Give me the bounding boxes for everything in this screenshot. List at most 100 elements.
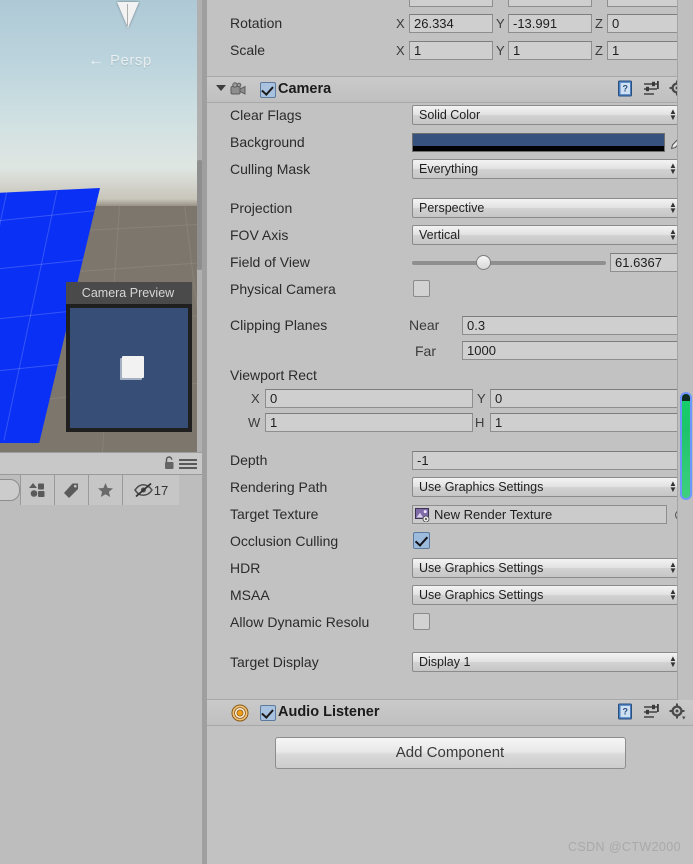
visibility-button[interactable]: 17 xyxy=(122,475,179,505)
rendering-path-value: Use Graphics Settings xyxy=(419,480,544,494)
rotation-x-axis: X xyxy=(396,16,405,31)
transform-row-scale: Scale X 1 Y 1 Z 1 xyxy=(207,37,693,64)
target-display-dropdown[interactable]: Display 1 ▲ ▼ xyxy=(412,652,682,672)
preview-cube xyxy=(122,356,144,378)
row-hdr: HDR Use Graphics Settings ▲ ▼ xyxy=(207,555,693,582)
rotation-y-input[interactable]: -13.991 xyxy=(508,14,592,33)
field-of-view-slider[interactable] xyxy=(412,255,606,270)
scene-orientation-gizmo[interactable] xyxy=(117,2,139,29)
target-texture-value: New Render Texture xyxy=(434,507,553,522)
tag-button[interactable] xyxy=(54,475,88,505)
audio-listener-enabled-checkbox[interactable] xyxy=(260,705,276,721)
camera-properties: Clear Flags Solid Color ▲ ▼ Background C… xyxy=(207,102,693,676)
target-texture-objectfield[interactable]: New Render Texture xyxy=(412,505,667,524)
chevron-updown-icon: ▲ ▼ xyxy=(669,161,677,176)
msaa-label: MSAA xyxy=(230,587,270,603)
audio-listener-component-header[interactable]: Audio Listener ? xyxy=(207,699,693,726)
projection-label: Projection xyxy=(230,200,293,216)
clipping-near-input[interactable]: 0.3 xyxy=(462,316,692,335)
target-display-label: Target Display xyxy=(230,654,319,670)
clear-flags-label: Clear Flags xyxy=(230,107,302,123)
preset-icon[interactable] xyxy=(643,703,660,720)
viewport-h-axis: H xyxy=(475,415,485,430)
audio-listener-icon xyxy=(231,704,249,722)
camera-enabled-checkbox[interactable] xyxy=(260,82,276,98)
favorite-button[interactable] xyxy=(88,475,122,505)
viewport-y-input[interactable]: 0 xyxy=(490,389,692,408)
inspector-scrollbar[interactable] xyxy=(677,0,693,700)
row-clipping-near: Clipping Planes Near 0.3 xyxy=(207,312,693,339)
rotation-x-input[interactable]: 26.334 xyxy=(409,14,493,33)
projection-dropdown[interactable]: Perspective ▲ ▼ xyxy=(412,198,682,218)
row-msaa: MSAA Use Graphics Settings ▲ ▼ xyxy=(207,582,693,609)
hdr-dropdown[interactable]: Use Graphics Settings ▲ ▼ xyxy=(412,558,682,578)
row-rendering-path: Rendering Path Use Graphics Settings ▲ ▼ xyxy=(207,474,693,501)
camera-icon xyxy=(230,82,246,95)
toolbar-pill-toggle[interactable] xyxy=(0,479,20,501)
help-icon[interactable]: ? xyxy=(617,80,634,97)
scene-projection-label[interactable]: Persp xyxy=(110,52,152,69)
viewport-y-axis: Y xyxy=(477,391,486,406)
camera-preview-overlay: Camera Preview xyxy=(66,282,192,432)
gear-icon[interactable] xyxy=(669,703,686,720)
row-clear-flags: Clear Flags Solid Color ▲ ▼ xyxy=(207,102,693,129)
culling-mask-dropdown[interactable]: Everything ▲ ▼ xyxy=(412,159,682,179)
target-texture-label: Target Texture xyxy=(230,506,319,522)
star-icon xyxy=(98,483,113,497)
field-of-view-label: Field of View xyxy=(230,254,310,270)
clipping-planes-label: Clipping Planes xyxy=(230,317,328,333)
viewport-x-input[interactable]: 0 xyxy=(265,389,473,408)
rendering-path-dropdown[interactable]: Use Graphics Settings ▲ ▼ xyxy=(412,477,682,497)
tag-icon xyxy=(64,483,78,498)
viewport-w-input[interactable]: 1 xyxy=(265,413,473,432)
rotation-z-axis: Z xyxy=(595,16,603,31)
row-target-texture: Target Texture New Render Texture xyxy=(207,501,693,528)
transform-row-rotation: Rotation X 26.334 Y -13.991 Z 0 xyxy=(207,10,693,37)
scene-view-panel[interactable]: ← Persp Camera Preview 17 xyxy=(0,0,207,864)
clipping-far-input[interactable]: 1000 xyxy=(462,341,692,360)
camera-foldout-icon[interactable] xyxy=(216,85,226,91)
scale-x-input[interactable]: 1 xyxy=(409,41,493,60)
chevron-updown-icon: ▲ ▼ xyxy=(669,560,677,575)
clear-flags-dropdown[interactable]: Solid Color ▲ ▼ xyxy=(412,105,682,125)
inspector-scrollbar-thumb[interactable] xyxy=(680,392,692,500)
rotation-label: Rotation xyxy=(230,15,283,31)
chevron-updown-icon: ▲ ▼ xyxy=(669,200,677,215)
background-color-swatch[interactable] xyxy=(412,133,665,152)
help-icon[interactable]: ? xyxy=(617,703,634,720)
chevron-updown-icon: ▲ ▼ xyxy=(669,654,677,669)
scale-y-axis: Y xyxy=(496,43,505,58)
viewport-x-axis: X xyxy=(251,391,260,406)
audio-listener-header-icons: ? xyxy=(617,703,686,720)
lock-icon[interactable] xyxy=(164,456,175,470)
add-component-area: Add Component xyxy=(207,726,693,780)
physical-camera-checkbox[interactable] xyxy=(413,280,430,297)
camera-component-header[interactable]: Camera ? xyxy=(207,76,693,103)
svg-text:?: ? xyxy=(622,707,628,717)
row-background: Background xyxy=(207,129,693,156)
far-label: Far xyxy=(415,343,436,359)
scale-x-axis: X xyxy=(396,43,405,58)
add-component-button[interactable]: Add Component xyxy=(274,737,626,769)
near-label: Near xyxy=(409,317,440,333)
hdr-value: Use Graphics Settings xyxy=(419,561,544,575)
occlusion-culling-checkbox[interactable] xyxy=(413,532,430,549)
hamburger-menu-icon[interactable] xyxy=(179,459,197,469)
svg-text:?: ? xyxy=(622,84,628,94)
depth-input[interactable]: -1 xyxy=(412,451,692,470)
fov-axis-dropdown[interactable]: Vertical ▲ ▼ xyxy=(412,225,682,245)
layers-button[interactable] xyxy=(20,475,54,505)
scene-viewport[interactable]: ← Persp Camera Preview xyxy=(0,0,202,452)
chevron-updown-icon: ▲ ▼ xyxy=(669,107,677,122)
scale-y-input[interactable]: 1 xyxy=(508,41,592,60)
allow-dynamic-resolution-checkbox[interactable] xyxy=(413,613,430,630)
msaa-dropdown[interactable]: Use Graphics Settings ▲ ▼ xyxy=(412,585,682,605)
audio-listener-component-title: Audio Listener xyxy=(278,704,380,720)
msaa-value: Use Graphics Settings xyxy=(419,588,544,602)
viewport-h-input[interactable]: 1 xyxy=(490,413,692,432)
scale-label: Scale xyxy=(230,42,266,58)
preset-icon[interactable] xyxy=(643,80,660,97)
